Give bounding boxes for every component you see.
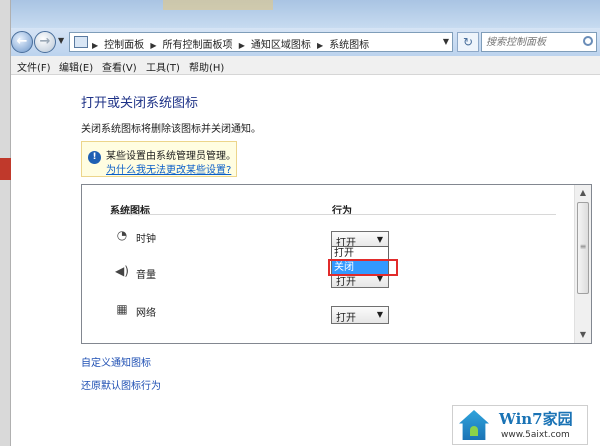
volume-icon: ◀) <box>115 264 129 278</box>
notice-text: 某些设置由系统管理员管理。 <box>106 151 236 162</box>
row-label-volume: 音量 <box>136 270 156 281</box>
house-logo-icon <box>459 410 489 440</box>
title-bar-highlight <box>163 0 273 10</box>
search-input[interactable] <box>482 33 580 51</box>
control-panel-icon <box>74 36 88 48</box>
row-label-clock: 时钟 <box>136 234 156 245</box>
refresh-button[interactable]: ↻ <box>457 32 479 52</box>
address-toolbar: ← → ▼ ▶ 控制面板 ▶ 所有控制面板项 ▶ 通知区域图标 ▶ 系统图标 ▼ ↻ <box>11 28 600 56</box>
menu-tools[interactable]: 工具(T) <box>146 59 180 74</box>
desktop-edge <box>0 0 11 446</box>
chevron-down-icon: ▼ <box>376 235 383 244</box>
system-icons-panel: 系统图标 行为 ◔ 时钟 打开 ▼ ◀) 音量 打开 ▼ ▦ 网络 打开 ▼ 打开 关… <box>81 184 592 344</box>
network-icon: ▦ <box>116 302 128 316</box>
chevron-down-icon: ▼ <box>376 310 383 319</box>
main-content: 打开或关闭系统图标 关闭系统图标将删除该图标并关闭通知。 ! 某些设置由系统管理… <box>11 75 600 446</box>
menu-edit[interactable]: 编辑(E) <box>59 59 93 74</box>
select-value: 打开 <box>336 313 356 324</box>
scroll-thumb[interactable]: ≡ <box>577 202 589 294</box>
menu-view[interactable]: 查看(V) <box>102 59 137 74</box>
restore-default-link[interactable]: 还原默认图标行为 <box>81 377 161 392</box>
breadcrumb-item[interactable]: 通知区域图标 <box>251 40 311 51</box>
header-divider <box>110 214 556 215</box>
breadcrumb-separator-icon[interactable]: ▶ <box>92 41 98 50</box>
search-icon[interactable] <box>583 36 593 46</box>
annotation-highlight-box <box>328 259 398 276</box>
site-watermark: Win7家园 www.5aixt.com <box>452 405 588 445</box>
menu-help[interactable]: 帮助(H) <box>189 59 224 74</box>
desktop-edge-accent <box>0 158 11 180</box>
breadcrumb-separator-icon[interactable]: ▶ <box>150 41 156 50</box>
back-button[interactable]: ← <box>11 31 33 53</box>
info-icon: ! <box>88 151 101 164</box>
watermark-url: www.5aixt.com <box>501 430 570 440</box>
scroll-down-icon[interactable]: ▼ <box>575 327 591 343</box>
search-box <box>481 32 597 52</box>
control-panel-window: ← → ▼ ▶ 控制面板 ▶ 所有控制面板项 ▶ 通知区域图标 ▶ 系统图标 ▼ ↻ 文… <box>11 0 600 446</box>
page-subtitle: 关闭系统图标将删除该图标并关闭通知。 <box>81 124 261 135</box>
row-label-network: 网络 <box>136 308 156 319</box>
network-behavior-select[interactable]: 打开 ▼ <box>331 306 389 324</box>
breadcrumb: ▶ 控制面板 ▶ 所有控制面板项 ▶ 通知区域图标 ▶ 系统图标 <box>92 36 372 51</box>
title-bar[interactable] <box>11 0 600 28</box>
customize-notification-icons-link[interactable]: 自定义通知图标 <box>81 354 151 369</box>
recent-pages-arrow-icon[interactable]: ▼ <box>58 36 64 45</box>
admin-notice: ! 某些设置由系统管理员管理。 为什么我无法更改某些设置? <box>81 141 237 177</box>
forward-button[interactable]: → <box>34 31 56 53</box>
scroll-up-icon[interactable]: ▲ <box>575 185 591 201</box>
breadcrumb-item[interactable]: 控制面板 <box>104 40 144 51</box>
address-bar[interactable]: ▶ 控制面板 ▶ 所有控制面板项 ▶ 通知区域图标 ▶ 系统图标 ▼ <box>69 32 453 52</box>
breadcrumb-item[interactable]: 系统图标 <box>329 40 369 51</box>
breadcrumb-separator-icon[interactable]: ▶ <box>239 41 245 50</box>
breadcrumb-separator-icon[interactable]: ▶ <box>317 41 323 50</box>
page-title: 打开或关闭系统图标 <box>81 96 199 111</box>
notice-help-link[interactable]: 为什么我无法更改某些设置? <box>106 161 231 176</box>
watermark-title: Win7家园 <box>499 410 573 428</box>
menu-bar: 文件(F) 编辑(E) 查看(V) 工具(T) 帮助(H) <box>11 56 600 75</box>
clock-icon: ◔ <box>116 228 128 242</box>
vertical-scrollbar[interactable]: ▲ ≡ ▼ <box>574 185 591 343</box>
address-dropdown-icon[interactable]: ▼ <box>443 37 449 46</box>
menu-file[interactable]: 文件(F) <box>17 59 51 74</box>
breadcrumb-item[interactable]: 所有控制面板项 <box>163 40 233 51</box>
